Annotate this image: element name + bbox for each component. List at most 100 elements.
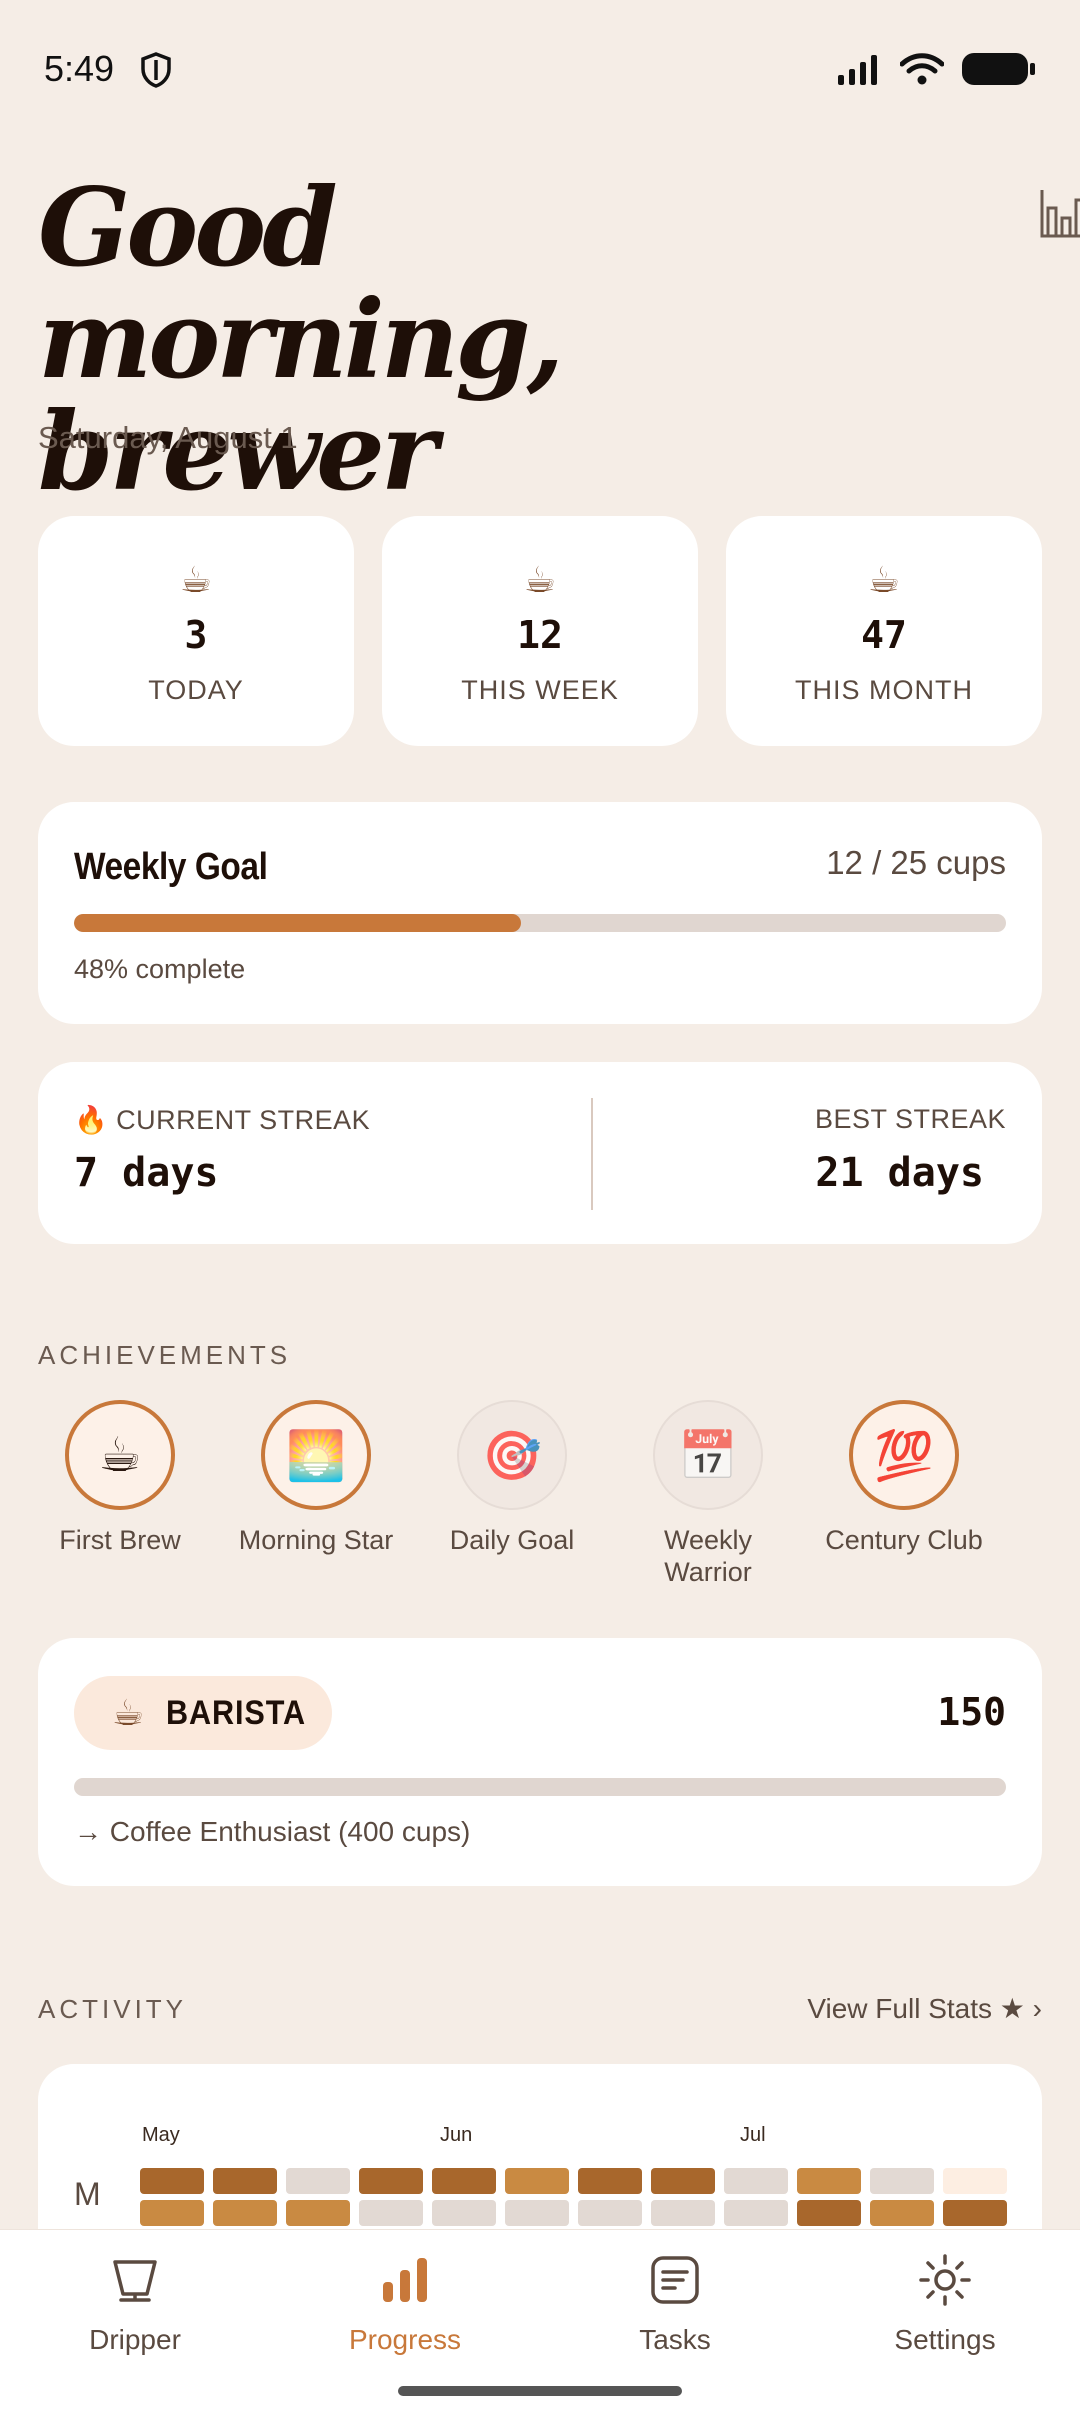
- weekly-goal-progress-bar: [74, 914, 1006, 932]
- stat-label: THIS WEEK: [461, 675, 619, 705]
- achievement-badge[interactable]: 🎯 Daily Goal: [402, 1400, 622, 1556]
- best-streak-value: 21 days: [815, 1150, 984, 1196]
- activity-cell: [359, 2168, 423, 2194]
- streak-card: 🔥 CURRENT STREAK 7 days BEST STREAK 21 d…: [38, 1062, 1042, 1244]
- current-streak-label: 🔥 CURRENT STREAK: [74, 1104, 370, 1136]
- gear-icon: [915, 2250, 975, 2310]
- achievement-name: Century Club: [825, 1525, 983, 1555]
- coffee-cup-icon: ☕: [523, 560, 557, 601]
- fire-icon: 🔥: [74, 1105, 109, 1135]
- activity-heading: ACTIVITY: [38, 1994, 188, 2024]
- stat-label: TODAY: [148, 675, 244, 705]
- activity-cell: [943, 2168, 1007, 2194]
- stat-value: 47: [861, 613, 907, 657]
- stat-card-today: ☕ 3 TODAY: [38, 516, 354, 746]
- achievement-icon: 💯: [849, 1400, 959, 1510]
- coffee-cup-icon: ☕: [112, 1692, 145, 1734]
- activity-cell: [432, 2168, 496, 2194]
- achievement-badge[interactable]: 📅 Weekly Warrior: [598, 1400, 818, 1588]
- activity-cell: [578, 2168, 642, 2194]
- activity-cell: [943, 2200, 1007, 2226]
- greeting-title: Good morning, brewer: [38, 165, 564, 515]
- nav-label: Progress: [348, 2324, 462, 2355]
- day-label: M: [74, 2176, 101, 2212]
- activity-cell: [797, 2200, 861, 2226]
- shield-icon: [141, 52, 171, 88]
- coffee-cup-icon: ☕: [867, 560, 901, 601]
- nav-label: Tasks: [639, 2324, 711, 2355]
- battery-icon: [962, 53, 1035, 85]
- achievement-icon: ☕: [65, 1400, 175, 1510]
- achievement-name: Morning Star: [238, 1525, 394, 1555]
- month-label: Jul: [740, 2124, 766, 2146]
- month-label: May: [142, 2124, 180, 2146]
- stat-value: 3: [184, 613, 208, 657]
- best-streak-label: BEST STREAK: [814, 1104, 1006, 1134]
- weekly-goal-title: Weekly Goal: [74, 846, 268, 888]
- nav-item-settings[interactable]: Settings: [810, 2250, 1080, 2356]
- nav-item-tasks[interactable]: Tasks: [540, 2250, 810, 2356]
- weekly-goal-progress-fill: [74, 914, 522, 932]
- home-indicator[interactable]: [398, 2386, 682, 2396]
- nav-item-progress[interactable]: Progress: [270, 2250, 540, 2356]
- rank-title: BARISTA: [166, 1693, 307, 1732]
- activity-cell: [286, 2168, 350, 2194]
- rank-next-level: → Coffee Enthusiast (400 cups): [74, 1816, 471, 1847]
- achievement-badge[interactable]: 🌅 Morning Star: [206, 1400, 426, 1556]
- signal-icon: [838, 55, 877, 85]
- achievement-badge[interactable]: ☕ First Brew: [10, 1400, 230, 1556]
- achievement-icon: 📅: [653, 1400, 763, 1510]
- achievements-heading: ACHIEVEMENTS: [38, 1340, 292, 1370]
- rank-points: 150: [937, 1690, 1006, 1734]
- chart-shortcut-icon[interactable]: [1036, 186, 1080, 242]
- activity-cell: [140, 2168, 204, 2194]
- dripper-icon: [105, 2250, 165, 2310]
- date-line: Saturday, August 1: [38, 420, 298, 455]
- weekly-goal-percent: 48% complete: [74, 954, 246, 984]
- month-label: Jun: [440, 2124, 473, 2146]
- achievement-badge[interactable]: 💯 Century Club: [794, 1400, 1014, 1556]
- achievement-name: Daily Goal: [449, 1525, 575, 1555]
- activity-cell: [870, 2168, 934, 2194]
- stat-card-week: ☕ 12 THIS WEEK: [382, 516, 698, 746]
- stat-label: THIS MONTH: [795, 675, 973, 705]
- rank-card[interactable]: ☕ BARISTA 150 → Coffee Enthusiast (400 c…: [38, 1638, 1042, 1886]
- activity-cell: [797, 2168, 861, 2194]
- nav-label: Settings: [894, 2324, 996, 2355]
- weekly-goal-card: Weekly Goal 12 / 25 cups 48% complete: [38, 802, 1042, 1024]
- view-full-stats-link[interactable]: View Full Stats ★ ›: [807, 1992, 1042, 2025]
- nav-item-dripper[interactable]: Dripper: [0, 2250, 270, 2356]
- achievement-icon: 🎯: [457, 1400, 567, 1510]
- stat-value: 12: [517, 613, 563, 657]
- nav-label: Dripper: [89, 2324, 181, 2355]
- activity-cell: [213, 2200, 277, 2226]
- current-streak-value: 7 days: [74, 1150, 219, 1196]
- activity-cell: [724, 2200, 788, 2226]
- activity-cell: [286, 2200, 350, 2226]
- activity-cell: [651, 2168, 715, 2194]
- tasks-icon: [645, 2250, 705, 2310]
- weekly-goal-count: 12 / 25 cups: [826, 844, 1006, 881]
- activity-cell: [505, 2200, 569, 2226]
- streak-divider: [591, 1098, 593, 1210]
- rank-pill: ☕ BARISTA: [74, 1676, 332, 1750]
- status-time: 5:49: [44, 48, 115, 89]
- achievement-icon: 🌅: [261, 1400, 371, 1510]
- activity-cell: [578, 2200, 642, 2226]
- activity-cell: [870, 2200, 934, 2226]
- activity-cell: [213, 2168, 277, 2194]
- status-icons: [838, 52, 1036, 86]
- activity-cell: [724, 2168, 788, 2194]
- coffee-cup-icon: ☕: [179, 560, 213, 601]
- activity-cell: [432, 2200, 496, 2226]
- stat-card-month: ☕ 47 THIS MONTH: [726, 516, 1042, 746]
- activity-cell: [140, 2200, 204, 2226]
- achievement-name: Weekly Warrior: [663, 1525, 753, 1587]
- current-streak-label-text: CURRENT STREAK: [116, 1105, 371, 1135]
- activity-cell: [505, 2168, 569, 2194]
- bar-chart-icon: [375, 2250, 435, 2310]
- achievement-name: First Brew: [59, 1525, 181, 1555]
- activity-cell: [359, 2200, 423, 2226]
- wifi-icon: [900, 53, 944, 85]
- rank-progress-bar: [74, 1778, 1006, 1796]
